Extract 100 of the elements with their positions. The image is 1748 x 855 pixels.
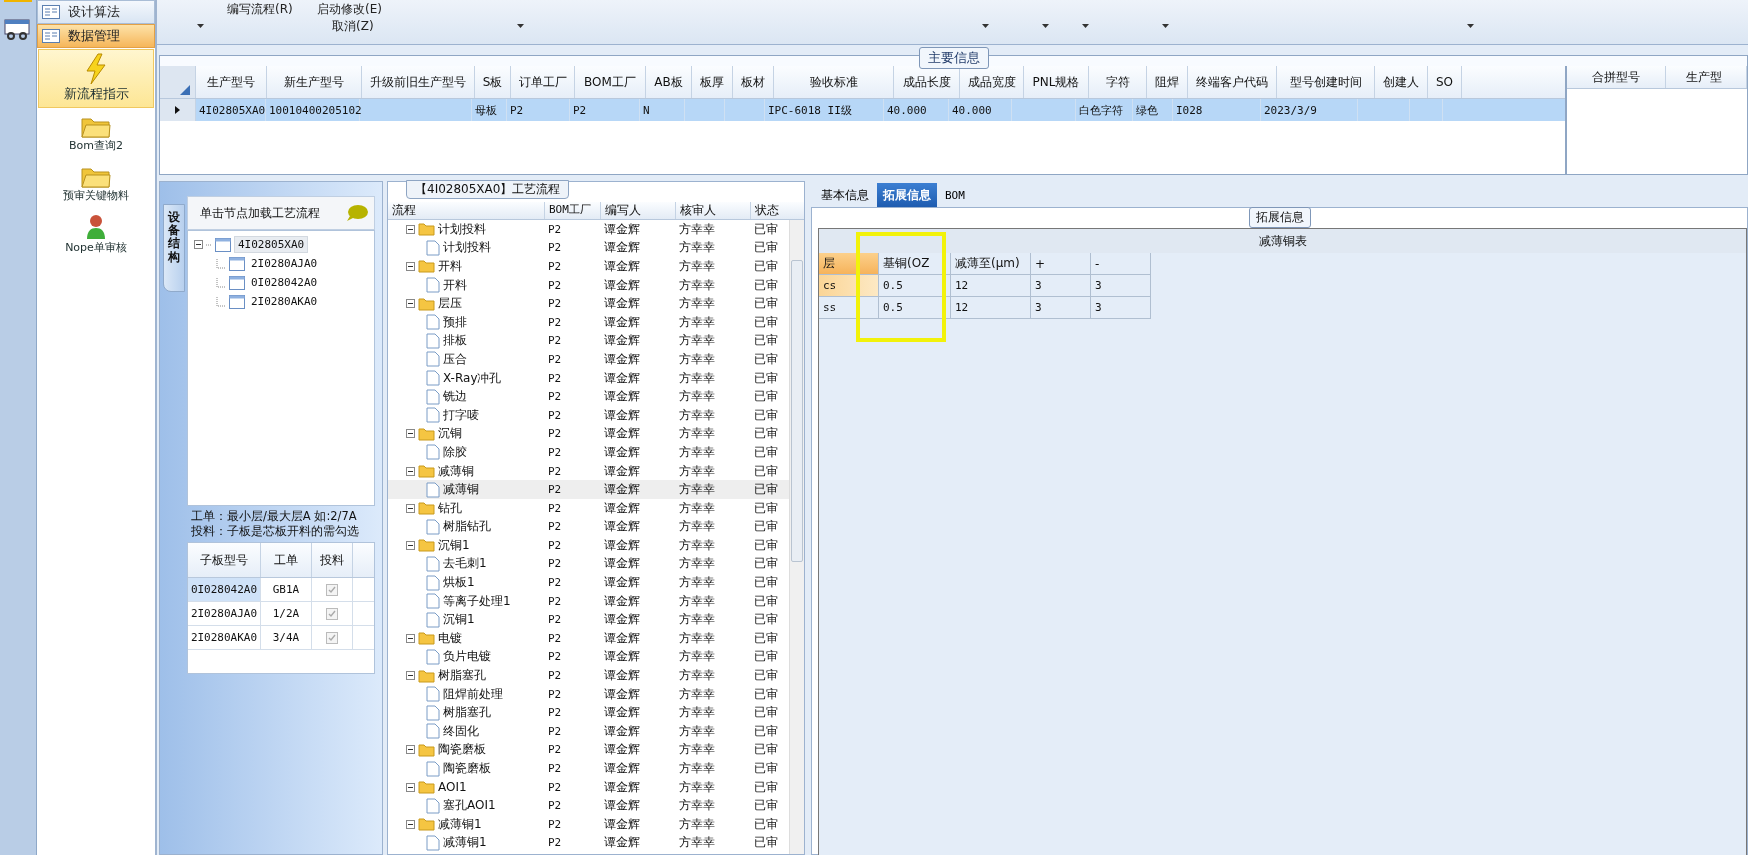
flow-row[interactable]: 树脂塞孔 P2 谭金辉 方幸幸 已审 [388, 666, 789, 685]
collapse-icon[interactable] [406, 224, 415, 234]
nav-item[interactable]: Nope单审核 [38, 210, 154, 260]
column-header[interactable]: S板 [475, 66, 511, 98]
column-header[interactable]: 流程 [388, 202, 544, 219]
collapse-icon[interactable] [406, 299, 415, 309]
flow-row[interactable]: X-Ray冲孔 P2 谭金辉 方幸幸 已审 [388, 368, 789, 388]
flow-row[interactable]: 压合 P2 谭金辉 方幸幸 已审 [388, 350, 789, 369]
flow-row[interactable]: 减薄铜1 P2 谭金辉 方幸幸 已审 [388, 833, 789, 853]
flow-row[interactable]: 等离子处理1 P2 谭金辉 方幸幸 已审 [388, 591, 789, 611]
column-header[interactable]: 板材 [733, 66, 774, 98]
collapse-icon[interactable] [406, 466, 415, 476]
column-header[interactable]: BOM工厂 [544, 202, 600, 219]
flow-row[interactable]: 阻焊前处理 P2 谭金辉 方幸幸 已审 [388, 684, 789, 704]
collapse-icon[interactable] [406, 503, 415, 513]
flow-row[interactable]: 陶瓷磨板 P2 谭金辉 方幸幸 已审 [388, 759, 789, 778]
dropdown-caret-icon[interactable] [1042, 24, 1049, 28]
column-header[interactable]: 阻焊 [1147, 66, 1188, 98]
flow-row[interactable]: 沉铜1 P2 谭金辉 方幸幸 已审 [388, 610, 789, 630]
collapse-icon[interactable] [406, 429, 415, 439]
column-header[interactable]: 生产型 [1666, 66, 1747, 88]
column-header[interactable]: - [1091, 253, 1151, 275]
collapse-icon[interactable] [406, 782, 415, 792]
tab[interactable]: 拓展信息 [877, 183, 937, 207]
column-header[interactable]: SO [1428, 66, 1462, 98]
tab[interactable]: BOM [939, 183, 971, 207]
column-header[interactable]: 验收标准 [774, 66, 894, 98]
dropdown-caret-icon[interactable] [982, 24, 989, 28]
column-header[interactable]: 新生产型号 [267, 66, 362, 98]
tree-node[interactable]: 2I0280AKA0 [248, 294, 321, 309]
flow-row[interactable]: 沉铜1 P2 谭金辉 方幸幸 已审 [388, 536, 789, 555]
tree-node[interactable]: 2I0280AJA0 [248, 256, 321, 271]
flow-row[interactable]: 钻孔 P2 谭金辉 方幸幸 已审 [388, 498, 789, 518]
checkbox[interactable] [326, 631, 338, 644]
flow-row[interactable]: 预排 P2 谭金辉 方幸幸 已审 [388, 312, 789, 332]
column-header[interactable]: 订单工厂 [511, 66, 575, 98]
flow-row[interactable]: 减薄铜 P2 谭金辉 方幸幸 已审 [388, 461, 789, 481]
collapse-icon[interactable] [406, 819, 415, 829]
dropdown-caret-icon[interactable] [1162, 24, 1169, 28]
flow-row[interactable]: 计划投料 P2 谭金辉 方幸幸 已审 [388, 238, 789, 258]
column-header[interactable]: 核审人 [675, 202, 750, 219]
collapse-icon[interactable] [406, 745, 415, 755]
table-cell[interactable]: 2I0280AKA0 [188, 626, 261, 649]
column-header[interactable]: 字符 [1089, 66, 1147, 98]
tree-node[interactable]: 0I028042A0 [248, 275, 321, 290]
scrollbar-thumb[interactable] [791, 260, 803, 562]
flow-row[interactable]: 树脂钻孔 P2 谭金辉 方幸幸 已审 [388, 517, 789, 537]
collapse-icon[interactable] [194, 240, 203, 249]
flow-row[interactable]: 铣边 P2 谭金辉 方幸幸 已审 [388, 387, 789, 406]
flow-row[interactable]: 沉铜 P2 谭金辉 方幸幸 已审 [388, 424, 789, 444]
collapse-icon[interactable] [406, 540, 415, 550]
column-header[interactable]: AB板 [646, 66, 692, 98]
column-header[interactable]: 状态 [750, 202, 788, 219]
flow-row[interactable]: 排板 P2 谭金辉 方幸幸 已审 [388, 331, 789, 351]
flow-row[interactable]: 计划投料 P2 谭金辉 方幸幸 已审 [388, 220, 789, 239]
flow-row[interactable]: 减薄铜1 P2 谭金辉 方幸幸 已审 [388, 815, 789, 834]
column-header[interactable]: 创建人 [1375, 66, 1428, 98]
column-header[interactable]: BOM工厂 [575, 66, 646, 98]
vertical-tab[interactable]: 设备结构 [163, 204, 185, 292]
column-header[interactable]: 成品长度 [894, 66, 960, 98]
collapse-icon[interactable] [406, 671, 415, 681]
column-header[interactable]: 投料 [312, 543, 353, 577]
checkbox[interactable] [326, 607, 338, 620]
nav-item[interactable]: 预审关键物料 [38, 160, 154, 208]
nav-item[interactable]: 新流程指示 [38, 49, 154, 108]
table-cell[interactable]: 0I028042A0 [188, 578, 261, 601]
column-header[interactable]: 子板型号 [188, 543, 261, 577]
flow-row[interactable]: 开料 P2 谭金辉 方幸幸 已审 [388, 257, 789, 276]
flow-row[interactable]: AOI1 P2 谭金辉 方幸幸 已审 [388, 777, 789, 797]
dropdown-caret-icon[interactable] [1082, 24, 1089, 28]
column-header[interactable]: 生产型号 [196, 66, 267, 98]
dropdown-caret-icon[interactable] [1467, 24, 1474, 28]
column-header[interactable]: + [1031, 253, 1091, 275]
tree-node[interactable]: 4I02805XA0 [234, 236, 309, 253]
menu-item[interactable]: 取消(Z) [332, 18, 374, 35]
dropdown-caret-icon[interactable] [197, 24, 204, 28]
flow-row[interactable]: 减薄铜 P2 谭金辉 方幸幸 已审 [388, 480, 789, 499]
flow-row[interactable]: 除胶 P2 谭金辉 方幸幸 已审 [388, 443, 789, 462]
column-header[interactable]: 终端客户代码 [1188, 66, 1277, 98]
column-header[interactable]: 基铜(OZ [879, 253, 951, 275]
collapse-icon[interactable] [406, 262, 415, 271]
collapse-icon[interactable] [406, 633, 415, 643]
flow-row[interactable]: 电镀 P2 谭金辉 方幸幸 已审 [388, 629, 789, 648]
flow-row[interactable]: 层压 P2 谭金辉 方幸幸 已审 [388, 294, 789, 313]
column-header[interactable]: 型号创建时间 [1277, 66, 1375, 98]
column-header[interactable]: 升级前旧生产型号 [362, 66, 475, 98]
flow-row[interactable]: 打字唛 P2 谭金辉 方幸幸 已审 [388, 405, 789, 425]
column-header[interactable]: 工单 [261, 543, 312, 577]
nav-section[interactable]: 数据管理 [37, 24, 155, 48]
flow-row[interactable]: 烘板1 P2 谭金辉 方幸幸 已审 [388, 573, 789, 592]
menu-item[interactable]: 编写流程(R) [227, 1, 293, 18]
column-header[interactable]: 板厚 [692, 66, 733, 98]
flow-row[interactable]: 负片电镀 P2 谭金辉 方幸幸 已审 [388, 647, 789, 667]
table-cell[interactable]: 2I0280AJA0 [188, 602, 261, 625]
nav-section[interactable]: 设计算法 [37, 0, 155, 24]
flow-row[interactable]: 去毛刺1 P2 谭金辉 方幸幸 已审 [388, 554, 789, 574]
tab[interactable]: 基本信息 [815, 183, 875, 207]
flow-row[interactable]: 树脂塞孔 P2 谭金辉 方幸幸 已审 [388, 703, 789, 723]
column-header[interactable]: PNL规格 [1024, 66, 1089, 98]
flow-row[interactable]: 终固化 P2 谭金辉 方幸幸 已审 [388, 722, 789, 741]
